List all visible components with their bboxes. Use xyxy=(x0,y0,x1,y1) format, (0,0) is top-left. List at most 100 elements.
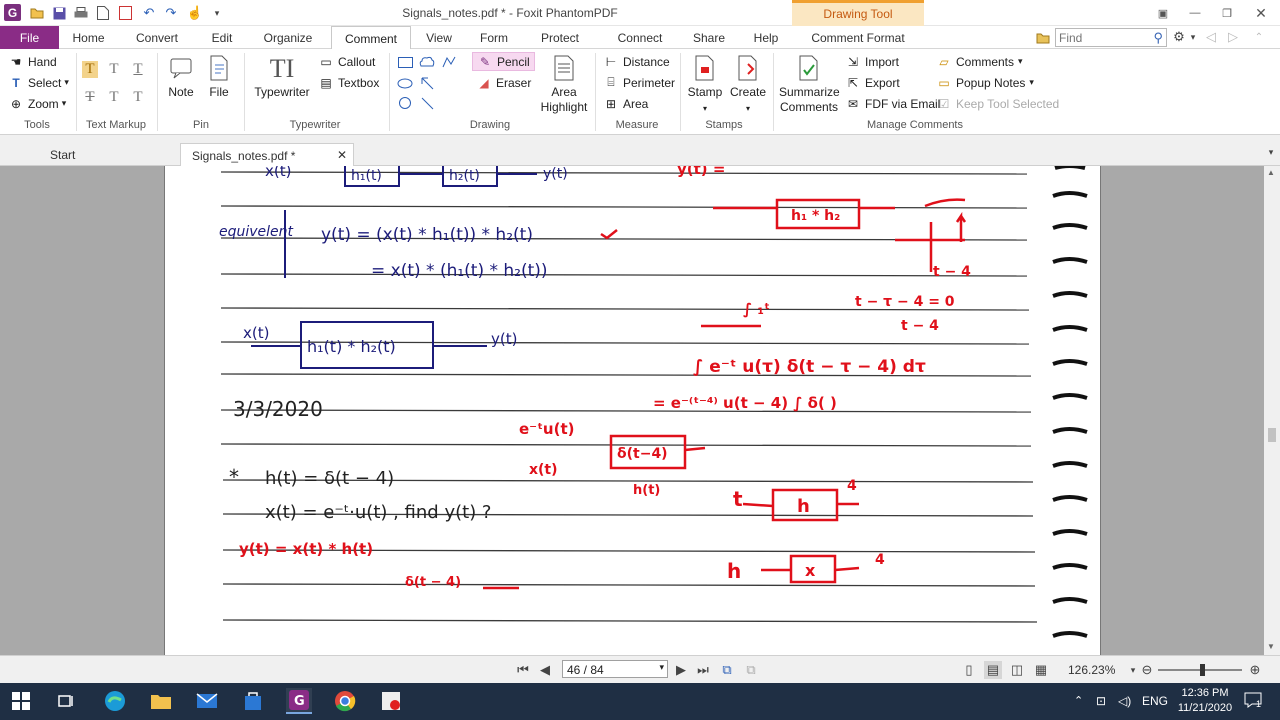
tab-protect[interactable]: Protect xyxy=(532,26,588,49)
polyline-shape-icon[interactable] xyxy=(440,53,458,71)
circle-shape-icon[interactable] xyxy=(396,94,414,112)
previous-view-icon[interactable]: ⧉ xyxy=(718,661,736,679)
area-highlight-button[interactable]: Area Highlight xyxy=(538,53,590,115)
highlight-text-icon[interactable]: T xyxy=(82,61,98,78)
hand-quick-icon[interactable]: ☝ xyxy=(186,4,204,22)
create-stamp-button[interactable]: Create ▾ xyxy=(728,53,768,116)
task-view-icon[interactable] xyxy=(54,688,80,714)
forward-arrow-icon[interactable]: ▷ xyxy=(1224,28,1242,46)
vertical-scrollbar[interactable]: ▲ ▼ xyxy=(1264,166,1280,655)
fdf-email-button[interactable]: ✉ FDF via Email xyxy=(845,94,940,113)
tab-view[interactable]: View xyxy=(418,26,460,49)
perimeter-button[interactable]: ⌸ Perimeter xyxy=(603,73,675,92)
drawing-tool-context-tab[interactable]: Drawing Tool xyxy=(792,0,924,26)
export-button[interactable]: ⇱ Export xyxy=(845,73,900,92)
ribbon-options-icon[interactable]: ▣ xyxy=(1152,3,1174,23)
network-icon[interactable]: ⊡ xyxy=(1096,694,1106,708)
underline-text-icon[interactable]: T xyxy=(130,61,146,78)
single-page-icon[interactable]: ▯ xyxy=(960,661,978,679)
collapse-ribbon-icon[interactable]: ⌃ xyxy=(1250,28,1268,46)
first-page-icon[interactable]: ⏮ xyxy=(514,661,532,679)
keep-tool-selected-checkbox[interactable]: ☑ Keep Tool Selected xyxy=(936,94,1060,113)
area-measure-button[interactable]: ⊞ Area xyxy=(603,94,648,113)
back-arrow-icon[interactable]: ◁ xyxy=(1202,28,1220,46)
tab-connect[interactable]: Connect xyxy=(612,26,668,49)
tab-share[interactable]: Share xyxy=(686,26,732,49)
open-icon[interactable] xyxy=(28,4,46,22)
hand-tool-button[interactable]: ☚ Hand xyxy=(8,52,57,71)
strikeout-text-icon[interactable]: T xyxy=(82,89,98,106)
settings-chevron-icon[interactable]: ▾ xyxy=(1184,28,1202,46)
continuous-facing-icon[interactable]: ▦ xyxy=(1032,661,1050,679)
tab-organize[interactable]: Organize xyxy=(257,26,319,49)
pdf-icon[interactable] xyxy=(116,4,134,22)
mail-icon[interactable] xyxy=(194,688,220,714)
tab-document[interactable]: Signals_notes.pdf * ✕ xyxy=(180,143,354,166)
scroll-thumb[interactable] xyxy=(1268,428,1276,442)
arrow-shape-icon[interactable] xyxy=(418,74,436,92)
close-tab-icon[interactable]: ✕ xyxy=(337,148,347,162)
eraser-button[interactable]: ◢ Eraser xyxy=(476,73,531,92)
zoom-out-icon[interactable]: ⊖ xyxy=(1138,661,1156,679)
search-icon[interactable]: ⚲ xyxy=(1153,30,1163,46)
textbox-button[interactable]: ▤ Textbox xyxy=(318,73,379,92)
insert-text-icon[interactable]: T xyxy=(130,89,146,106)
rectangle-shape-icon[interactable] xyxy=(396,53,414,71)
document-view[interactable]: x(t) h₁(t) h₂(t) y(t) equivelent y(t) = … xyxy=(0,166,1280,655)
zoom-tool-button[interactable]: ⊕ Zoom ▾ xyxy=(8,94,66,113)
oval-shape-icon[interactable] xyxy=(396,74,414,92)
stamp-button[interactable]: Stamp ▾ xyxy=(686,53,724,116)
cloud-shape-icon[interactable] xyxy=(418,53,436,71)
last-page-icon[interactable]: ⏭ xyxy=(694,661,712,679)
prev-page-icon[interactable]: ◀ xyxy=(536,661,554,679)
zoom-slider-thumb[interactable] xyxy=(1200,664,1205,676)
line-shape-icon[interactable] xyxy=(418,94,436,112)
file-attach-button[interactable]: File xyxy=(204,53,234,100)
next-view-icon[interactable]: ⧉ xyxy=(742,661,760,679)
tab-edit[interactable]: Edit xyxy=(198,26,246,49)
file-explorer-icon[interactable] xyxy=(148,688,174,714)
distance-button[interactable]: ⊢ Distance xyxy=(603,52,670,71)
chrome-icon[interactable] xyxy=(332,688,358,714)
tray-chevron-icon[interactable]: ⌃ xyxy=(1074,694,1083,707)
foxit-logo-icon[interactable]: G xyxy=(4,4,21,21)
page-number-field[interactable]: 46 / 84 ▾ xyxy=(562,660,668,678)
replace-text-icon[interactable]: T xyxy=(106,89,122,106)
scroll-down-icon[interactable]: ▼ xyxy=(1267,642,1275,651)
undo-icon[interactable]: ↶ xyxy=(140,4,158,22)
redo-icon[interactable]: ↷ xyxy=(162,4,180,22)
select-tool-button[interactable]: T Select ▾ xyxy=(8,73,69,92)
note-button[interactable]: Note xyxy=(164,53,198,100)
scroll-up-icon[interactable]: ▲ xyxy=(1267,168,1275,177)
clock[interactable]: 12:36 PM 11/21/2020 xyxy=(1170,686,1240,716)
tab-home[interactable]: Home xyxy=(63,26,114,49)
tabs-menu-chevron-icon[interactable]: ▾ xyxy=(1262,143,1280,161)
customize-chevron-icon[interactable]: ▾ xyxy=(208,4,226,22)
import-button[interactable]: ⇲ Import xyxy=(845,52,899,71)
volume-icon[interactable]: ◁) xyxy=(1118,694,1131,708)
summarize-comments-button[interactable]: Summarize Comments xyxy=(779,53,840,115)
zoom-level[interactable]: 126.23% xyxy=(1068,663,1115,677)
save-icon[interactable] xyxy=(50,4,68,22)
comments-dropdown[interactable]: ▱ Comments ▾ xyxy=(936,52,1022,71)
maximize-button[interactable]: ❐ xyxy=(1216,3,1238,23)
tab-file[interactable]: File xyxy=(0,26,59,49)
windows-start-icon[interactable] xyxy=(8,688,34,714)
tab-convert[interactable]: Convert xyxy=(126,26,188,49)
next-page-icon[interactable]: ▶ xyxy=(672,661,690,679)
tab-comment-format[interactable]: Comment Format xyxy=(804,26,912,49)
facing-page-icon[interactable]: ◫ xyxy=(1008,661,1026,679)
typewriter-button[interactable]: TI Typewriter xyxy=(252,53,312,100)
find-input[interactable] xyxy=(1056,29,1146,46)
edge-browser-icon[interactable] xyxy=(102,688,128,714)
print-icon[interactable] xyxy=(72,4,90,22)
minimize-button[interactable]: — xyxy=(1184,3,1206,23)
pencil-button[interactable]: ✎ Pencil xyxy=(472,52,535,71)
foxit-taskbar-icon[interactable]: G xyxy=(286,688,312,714)
store-icon[interactable] xyxy=(240,688,266,714)
search-folder-icon[interactable] xyxy=(1034,29,1052,47)
squiggly-text-icon[interactable]: T xyxy=(106,61,122,78)
tab-help[interactable]: Help xyxy=(748,26,784,49)
zoom-in-icon[interactable]: ⊕ xyxy=(1246,661,1264,679)
callout-button[interactable]: ▭ Callout xyxy=(318,52,375,71)
